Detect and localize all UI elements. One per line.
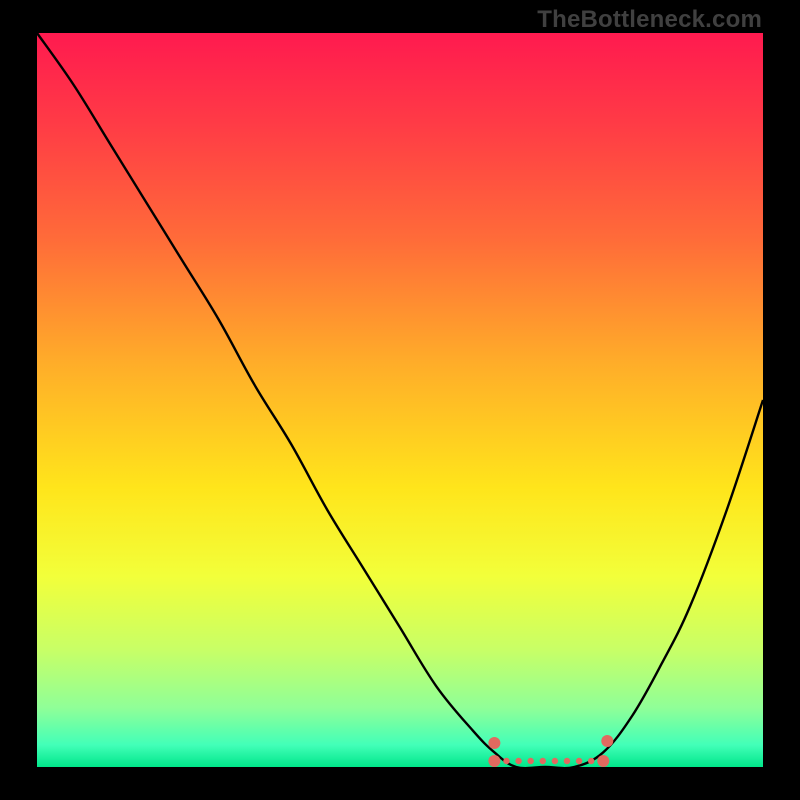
flat-region-end-dot: [601, 735, 613, 747]
watermark-text: TheBottleneck.com: [537, 6, 762, 34]
chart-svg: [37, 33, 763, 767]
bottleneck-curve: [37, 33, 763, 768]
flat-region-markers: [488, 735, 613, 767]
flat-region-dot: [488, 755, 500, 767]
flat-region-dot: [503, 758, 509, 764]
flat-region-dot: [527, 758, 533, 764]
flat-region-dot: [540, 758, 546, 764]
flat-region-dot: [552, 758, 558, 764]
flat-region-dot: [597, 755, 609, 767]
flat-region-dot: [576, 758, 582, 764]
flat-region-dot: [588, 758, 594, 764]
flat-region-end-dot: [488, 737, 500, 749]
flat-region-dot: [515, 758, 521, 764]
flat-region-dot: [564, 758, 570, 764]
chart-plot-area: [37, 33, 763, 767]
